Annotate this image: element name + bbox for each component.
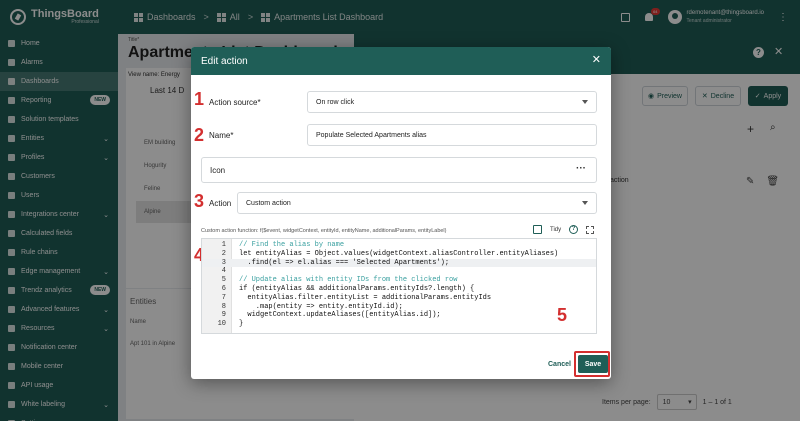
- code-line: 3 .find(el => el.alias === 'Selected Apa…: [202, 258, 596, 268]
- code-text: widgetContext.updateAliases([entityAlias…: [239, 311, 441, 320]
- close-icon[interactable]: ✕: [592, 55, 601, 66]
- code-line: 4: [202, 267, 596, 276]
- line-number: 10: [217, 320, 226, 329]
- function-signature: Custom action function: f($event, widget…: [201, 228, 447, 234]
- step-marker-3: 3: [194, 191, 205, 211]
- tidy-button[interactable]: Tidy: [550, 227, 561, 233]
- name-label: Name*: [209, 131, 234, 140]
- dialog-title: Edit action: [201, 55, 248, 67]
- code-text: // Update alias with entity IDs from the…: [239, 276, 458, 285]
- chevron-down-icon: [582, 201, 588, 205]
- save-highlight: Save: [574, 351, 610, 377]
- edit-action-dialog: Edit action ✕ 1 Action source* On row cl…: [191, 47, 611, 379]
- help-icon[interactable]: ?: [569, 225, 579, 234]
- line-number: 6: [221, 285, 226, 293]
- code-line: 8 .map(entity => entity.entityId.id);: [202, 303, 596, 312]
- step-marker-5: 5: [557, 305, 568, 325]
- name-input[interactable]: Populate Selected Apartments alias: [307, 124, 597, 146]
- expand-icon[interactable]: [586, 225, 595, 234]
- line-number: 4: [221, 267, 226, 276]
- line-number: 8: [221, 302, 226, 311]
- code-icon[interactable]: [533, 225, 542, 234]
- code-text: .map(entity => entity.entityId.id);: [239, 302, 403, 311]
- chevron-down-icon: [582, 100, 588, 104]
- more-horizontal-icon[interactable]: ···: [576, 163, 586, 174]
- code-line: 10}: [202, 320, 596, 329]
- code-line: 6 if (entityAlias && additionalParams.ent…: [202, 285, 596, 294]
- code-line: 7 entityAlias.filter.entityList = additi…: [202, 294, 596, 303]
- code-text: // Find the alias by name: [239, 241, 345, 249]
- code-text: if (entityAlias && additionalParams.enti…: [239, 285, 475, 293]
- line-number: 5: [221, 276, 226, 285]
- save-button[interactable]: Save: [578, 355, 608, 373]
- line-number: 2: [221, 249, 226, 258]
- cancel-button[interactable]: Cancel: [548, 361, 571, 368]
- code-text: entityAlias.filter.entityList = addition…: [239, 293, 492, 302]
- step-marker-2: 2: [194, 125, 205, 145]
- icon-selector[interactable]: Icon ···: [201, 157, 597, 183]
- icon-label: Icon: [210, 166, 226, 175]
- code-text: }: [239, 320, 244, 329]
- action-type-select[interactable]: Custom action: [237, 192, 597, 214]
- code-editor[interactable]: 1 // Find the alias by name 2 let entityAli…: [201, 238, 597, 334]
- code-text: .find(el => el.alias === 'Selected Apart…: [239, 258, 450, 267]
- code-line: 9 widgetContext.updateAliases([entityAli…: [202, 311, 596, 320]
- action-label: Action: [209, 199, 232, 208]
- line-number: 7: [221, 293, 226, 302]
- action-source-label: Action source*: [209, 98, 261, 107]
- code-text: let entityAlias = Object.values(widgetCo…: [239, 249, 559, 258]
- code-line: 1 // Find the alias by name: [202, 241, 596, 250]
- action-source-select[interactable]: On row click: [307, 91, 597, 113]
- code-line: 2 let entityAlias = Object.values(widgetC…: [202, 250, 596, 259]
- code-line: 5 // Update alias with entity IDs from th…: [202, 276, 596, 285]
- step-marker-1: 1: [194, 89, 205, 109]
- line-number: 3: [221, 258, 226, 267]
- line-number: 9: [221, 311, 226, 320]
- line-number: 1: [221, 241, 226, 249]
